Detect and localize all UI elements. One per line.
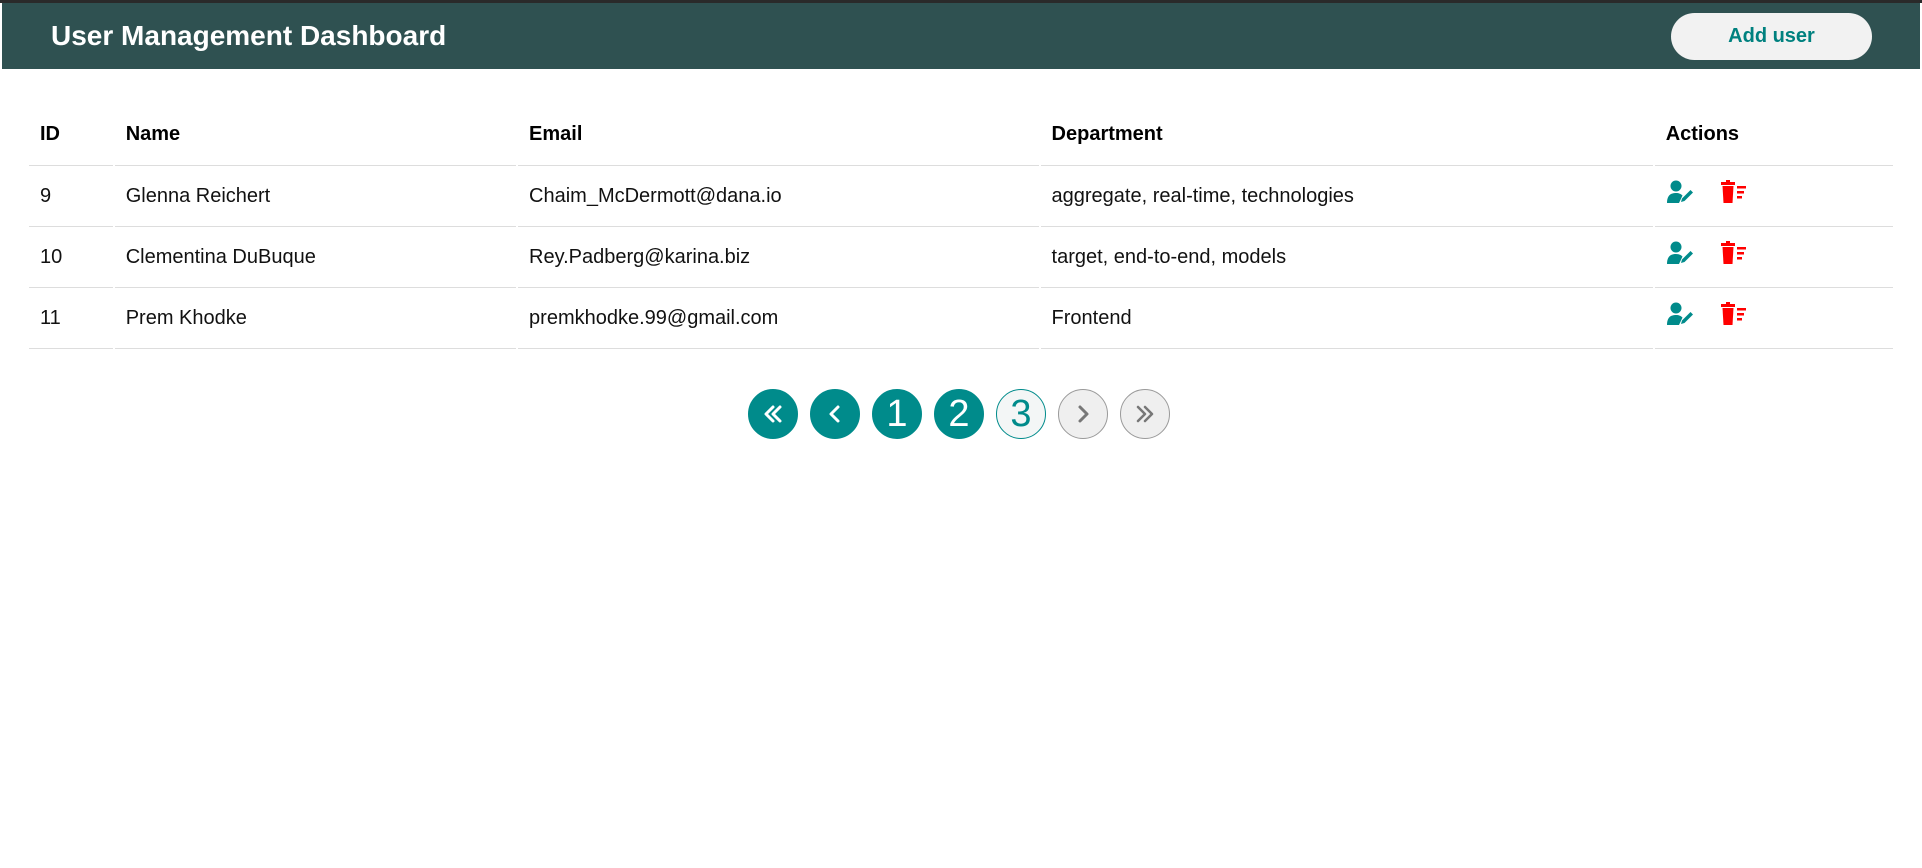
table-row: 10 Clementina DuBuque Rey.Padberg@karina… (29, 227, 1893, 288)
page-button-2[interactable]: 2 (934, 389, 984, 439)
edit-user-icon[interactable] (1666, 240, 1694, 266)
cell-department: Frontend (1040, 288, 1653, 349)
cell-actions (1654, 227, 1893, 288)
cell-email: premkhodke.99@gmail.com (518, 288, 1039, 349)
column-header-email: Email (518, 104, 1039, 166)
double-chevron-left-icon (764, 405, 782, 423)
column-header-actions: Actions (1654, 104, 1893, 166)
page-title: User Management Dashboard (51, 20, 447, 51)
delete-user-icon[interactable] (1719, 301, 1747, 327)
pagination: 1 2 3 (748, 389, 1170, 439)
cell-actions (1654, 166, 1893, 227)
column-header-name: Name (114, 104, 517, 166)
cell-department: target, end-to-end, models (1040, 227, 1653, 288)
delete-user-icon[interactable] (1719, 240, 1747, 266)
column-header-department: Department (1040, 104, 1653, 166)
edit-user-icon[interactable] (1666, 301, 1694, 327)
delete-user-icon[interactable] (1719, 179, 1747, 205)
page-button-3-current[interactable]: 3 (996, 389, 1046, 439)
edit-user-icon[interactable] (1666, 179, 1694, 205)
first-page-button[interactable] (748, 389, 798, 439)
table-header-row: ID Name Email Department Actions (29, 104, 1893, 166)
cell-name: Clementina DuBuque (114, 227, 517, 288)
page-button-1[interactable]: 1 (872, 389, 922, 439)
next-page-button[interactable] (1058, 389, 1108, 439)
cell-id: 10 (29, 227, 113, 288)
table-row: 11 Prem Khodke premkhodke.99@gmail.com F… (29, 288, 1893, 349)
cell-id: 9 (29, 166, 113, 227)
add-user-button[interactable]: Add user (1671, 13, 1872, 60)
cell-email: Chaim_McDermott@dana.io (518, 166, 1039, 227)
chevron-right-icon (1078, 405, 1089, 423)
table-row: 9 Glenna Reichert Chaim_McDermott@dana.i… (29, 166, 1893, 227)
cell-actions (1654, 288, 1893, 349)
cell-name: Glenna Reichert (114, 166, 517, 227)
cell-name: Prem Khodke (114, 288, 517, 349)
users-table: ID Name Email Department Actions 9 Glenn… (27, 104, 1895, 349)
column-header-id: ID (29, 104, 113, 166)
cell-email: Rey.Padberg@karina.biz (518, 227, 1039, 288)
chevron-left-icon (829, 405, 840, 423)
last-page-button[interactable] (1120, 389, 1170, 439)
double-chevron-right-icon (1136, 405, 1154, 423)
cell-department: aggregate, real-time, technologies (1040, 166, 1653, 227)
app-header: User Management Dashboard Add user (2, 3, 1920, 69)
cell-id: 11 (29, 288, 113, 349)
previous-page-button[interactable] (810, 389, 860, 439)
